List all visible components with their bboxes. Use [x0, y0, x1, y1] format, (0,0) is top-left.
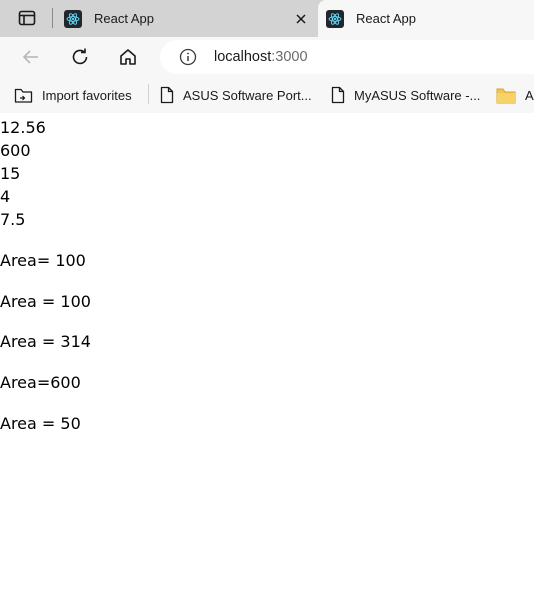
favorite-label: AS	[525, 87, 534, 103]
area-line-4: Area=600	[0, 373, 81, 392]
url-port: :3000	[271, 49, 308, 65]
favorite-label: MyASUS Software -...	[354, 87, 481, 103]
tab-title: React App	[356, 11, 416, 26]
folder-icon	[496, 88, 516, 103]
react-favicon-icon	[326, 9, 344, 28]
tab-actions-button[interactable]	[9, 4, 45, 32]
favorite-label: ASUS Software Port...	[183, 87, 312, 103]
url-text: localhost:3000	[214, 49, 308, 65]
favorites-bar: Import favorites ASUS Software Port... M…	[0, 77, 534, 113]
home-button[interactable]	[112, 41, 144, 73]
favorite-folder-as[interactable]: AS	[496, 77, 534, 113]
page-icon	[160, 86, 174, 104]
value-line-4: 4	[0, 187, 11, 206]
import-icon	[14, 88, 33, 103]
tab-separator	[52, 8, 53, 28]
area-line-3: Area = 314	[0, 332, 91, 351]
browser-toolbar: localhost:3000	[0, 37, 534, 77]
address-bar[interactable]: localhost:3000	[160, 40, 534, 74]
favorite-import-favorites[interactable]: Import favorites	[14, 77, 132, 113]
tab-title: React App	[94, 11, 154, 26]
tab-react-app-2[interactable]: React App	[318, 0, 534, 37]
tab-strip: React App React App	[0, 0, 534, 37]
refresh-button[interactable]	[64, 41, 96, 73]
area-line-2: Area = 100	[0, 292, 91, 311]
refresh-icon	[72, 48, 88, 65]
value-line-1: 12.56	[0, 118, 46, 137]
favorite-asus-software-portal[interactable]: ASUS Software Port...	[160, 77, 312, 113]
tab-close-button[interactable]	[292, 10, 310, 28]
tab-react-app-1[interactable]: React App	[56, 0, 318, 37]
page-content: 12.56 600 15 4 7.5 Area= 100 Area = 100 …	[0, 113, 534, 605]
favorite-label: Import favorites	[42, 87, 132, 103]
back-arrow-icon	[22, 50, 38, 64]
value-line-2: 600	[0, 141, 31, 160]
area-line-5: Area = 50	[0, 414, 81, 433]
url-host: localhost	[214, 49, 272, 65]
back-button[interactable]	[15, 41, 47, 73]
value-line-3: 15	[0, 164, 21, 183]
home-icon	[120, 49, 136, 65]
tab-actions-icon	[18, 10, 36, 26]
area-line-1: Area= 100	[0, 251, 86, 270]
value-line-5: 7.5	[0, 210, 26, 229]
favorites-separator	[148, 84, 149, 104]
favorite-myasus-software[interactable]: MyASUS Software -...	[331, 77, 480, 113]
close-icon	[296, 14, 306, 24]
site-info-icon[interactable]	[178, 47, 198, 67]
page-icon	[331, 86, 345, 104]
react-favicon-icon	[64, 9, 82, 28]
